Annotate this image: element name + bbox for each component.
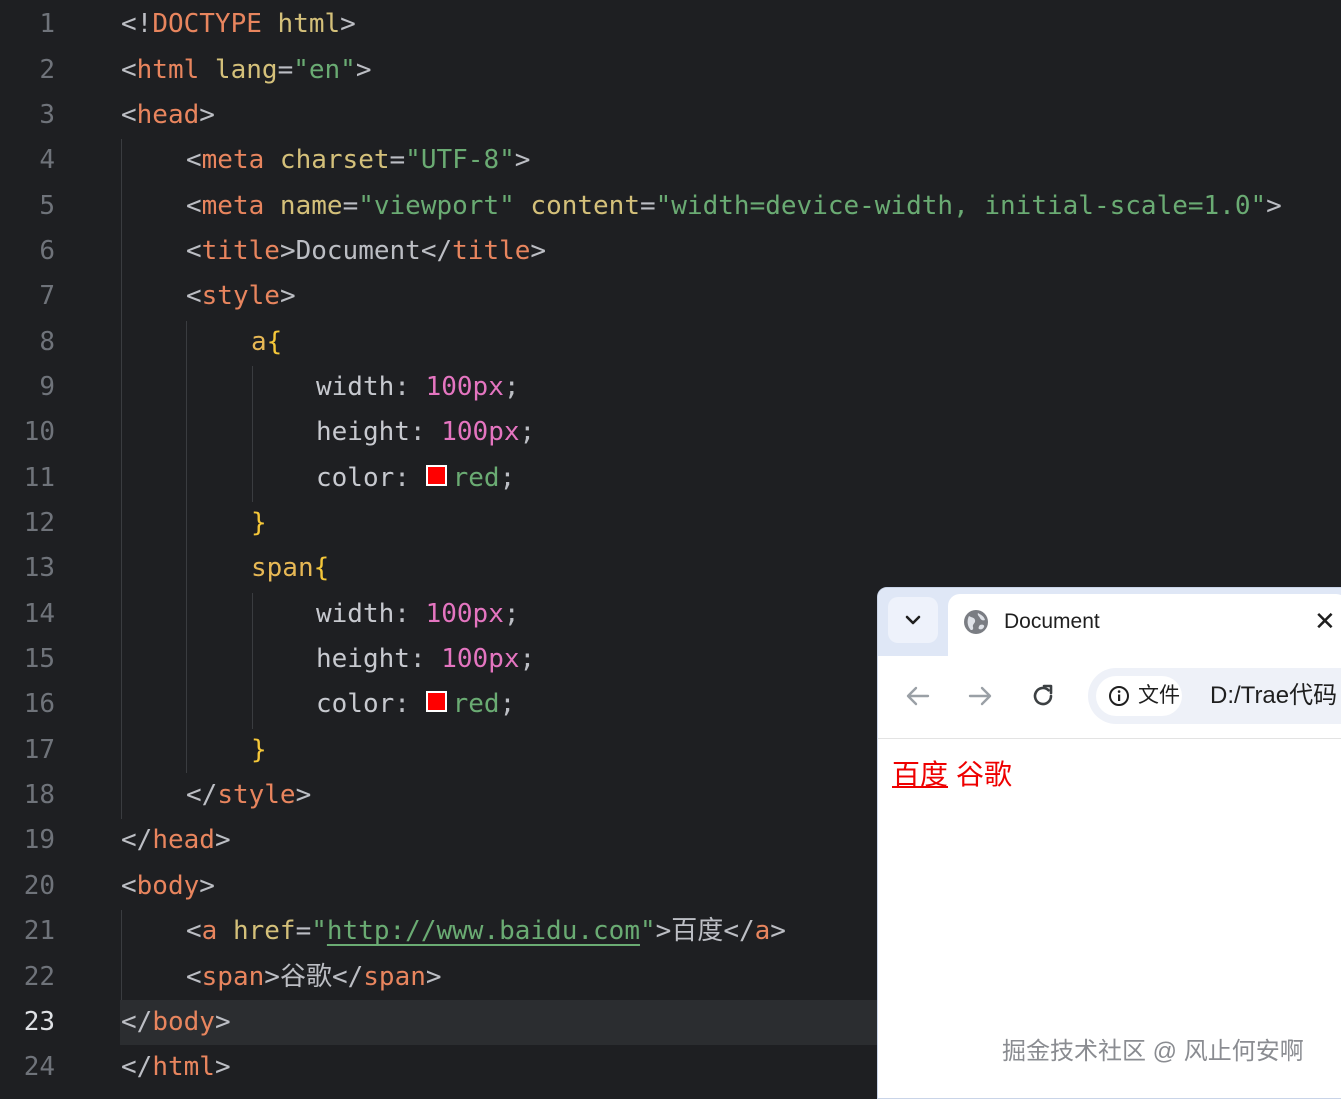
address-bar[interactable]: 文件 D:/Trae代码 <box>1088 668 1341 724</box>
code-text: </body> <box>121 1007 231 1037</box>
line-number: 22 <box>23 962 55 992</box>
line-number: 8 <box>39 327 55 357</box>
code-line[interactable]: 10 height: 100px; <box>0 410 1341 455</box>
code-line[interactable]: 6 <title>Document</title> <box>0 229 1341 274</box>
line-number: 24 <box>23 1052 55 1082</box>
code-text: color: red; <box>316 689 516 719</box>
close-icon[interactable]: ✕ <box>1314 606 1336 636</box>
code-text: </style> <box>186 780 312 810</box>
code-line[interactable]: 2 <html lang="en"> <box>0 48 1341 93</box>
browser-toolbar: 文件 D:/Trae代码 <box>878 656 1341 738</box>
watermark: 掘金技术社区 @ 风止何安啊 <box>1002 1038 1304 1065</box>
code-text: <meta name="viewport" content="width=dev… <box>186 191 1282 221</box>
code-url-link[interactable]: http://www.baidu.com <box>327 916 640 946</box>
line-number: 12 <box>23 508 55 538</box>
code-text: <!DOCTYPE html> <box>121 9 356 39</box>
reload-icon <box>1033 684 1053 706</box>
line-number: 20 <box>23 871 55 901</box>
google-span: 谷歌 <box>956 759 1013 790</box>
code-text: </head> <box>121 825 231 855</box>
code-text: width: 100px; <box>316 372 520 402</box>
code-text: height: 100px; <box>316 417 536 447</box>
baidu-link[interactable]: 百度 <box>892 756 948 794</box>
line-number: 5 <box>39 191 55 221</box>
reload-button[interactable] <box>1025 678 1061 714</box>
site-info-label: 文件 <box>1138 684 1180 707</box>
arrow-left-icon <box>906 686 930 706</box>
tab-search-button[interactable] <box>888 597 938 643</box>
line-number: 17 <box>23 735 55 765</box>
line-number: 10 <box>23 417 55 447</box>
line-number: 19 <box>23 825 55 855</box>
browser-tab[interactable]: Document ✕ <box>948 594 1341 656</box>
line-number: 7 <box>39 281 55 311</box>
code-text: <a href="http://www.baidu.com">百度</a> <box>186 916 786 946</box>
code-text: <meta charset="UTF-8"> <box>186 145 531 175</box>
code-line[interactable]: 5 <meta name="viewport" content="width=d… <box>0 184 1341 229</box>
code-text: </html> <box>121 1052 231 1082</box>
line-number: 14 <box>23 599 55 629</box>
line-number: 15 <box>23 644 55 674</box>
code-text: span{ <box>251 553 330 583</box>
code-text: } <box>251 735 267 765</box>
code-text: <title>Document</title> <box>186 236 547 266</box>
code-line[interactable]: 11 color: red; <box>0 456 1341 501</box>
code-line[interactable]: 7 <style> <box>0 274 1341 319</box>
line-number: 2 <box>39 55 55 85</box>
arrow-right-icon <box>968 686 992 706</box>
url-text[interactable]: D:/Trae代码 <box>1210 681 1337 711</box>
line-number: 13 <box>23 553 55 583</box>
info-icon <box>1109 686 1129 706</box>
code-text: } <box>251 508 267 538</box>
line-number: 1 <box>39 9 55 39</box>
code-text: width: 100px; <box>316 599 520 629</box>
line-number: 11 <box>23 463 55 493</box>
code-line[interactable]: 8 a{ <box>0 320 1341 365</box>
line-number: 4 <box>39 145 55 175</box>
code-text: <head> <box>121 100 215 130</box>
code-line[interactable]: 3 <head> <box>0 93 1341 138</box>
browser-window: Document ✕ 文件 D:/Trae代码 百度 谷歌 <box>877 587 1341 1099</box>
forward-button[interactable] <box>962 678 998 714</box>
site-info-chip[interactable]: 文件 <box>1096 676 1182 716</box>
line-number: 16 <box>23 689 55 719</box>
line-number: 23 <box>23 1007 55 1037</box>
line-number: 18 <box>23 780 55 810</box>
code-text: <style> <box>186 281 296 311</box>
line-number: 6 <box>39 236 55 266</box>
code-line[interactable]: 12 } <box>0 501 1341 546</box>
code-text: color: red; <box>316 463 516 493</box>
code-text: <html lang="en"> <box>121 55 372 85</box>
line-number: 21 <box>23 916 55 946</box>
code-text: height: 100px; <box>316 644 536 674</box>
back-button[interactable] <box>900 678 936 714</box>
tab-strip: Document ✕ <box>878 588 1341 656</box>
code-text: <span>谷歌</span> <box>186 962 442 992</box>
color-swatch[interactable] <box>425 691 447 712</box>
code-line[interactable]: 13 span{ <box>0 546 1341 591</box>
code-line[interactable]: 9 width: 100px; <box>0 365 1341 410</box>
globe-icon <box>964 610 988 634</box>
code-text: <body> <box>121 871 215 901</box>
code-line[interactable]: 4 <meta charset="UTF-8"> <box>0 138 1341 183</box>
line-number: 3 <box>39 100 55 130</box>
line-number: 9 <box>39 372 55 402</box>
color-swatch[interactable] <box>425 465 447 486</box>
code-line[interactable]: 1 <!DOCTYPE html> <box>0 2 1341 47</box>
code-text: a{ <box>251 327 283 357</box>
tab-title: Document <box>1004 610 1100 633</box>
chevron-down-icon <box>905 615 921 625</box>
